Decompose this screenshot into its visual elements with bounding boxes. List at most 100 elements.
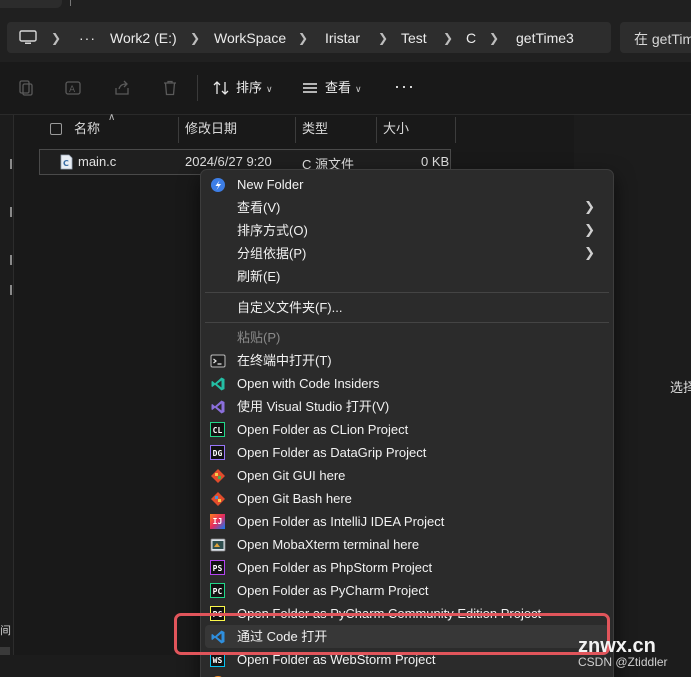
breadcrumb-workspace[interactable]: WorkSpace [214,29,286,47]
address-bar[interactable]: ❯ ··· Work2 (E:) ❯ WorkSpace ❯ Iristar ❯… [7,22,611,53]
command-bar: A 排序 ∨ 查看 ∨ ··· [0,62,691,115]
menu-label: Open Folder as PyCharm Project [237,583,429,598]
navigation-pane[interactable]: 间 [0,115,14,677]
menu-item-open-with-visual-studio[interactable]: 使用 Visual Studio 打开(V) [205,395,609,418]
pycharm-icon: PC [210,583,225,598]
menu-label: Open Folder as CLion Project [237,422,409,437]
git-gui-icon [211,469,225,483]
menu-label: 分组依据(P) [237,246,307,261]
column-modified[interactable]: 修改日期 [185,115,237,143]
menu-item-refresh[interactable]: 刷新(E) [205,265,609,288]
datagrip-icon: DG [210,445,225,460]
menu-item-new-folder[interactable]: New Folder [205,173,609,196]
phpstorm-icon: PS [210,560,225,575]
menu-label: 自定义文件夹(F)... [237,300,343,315]
menu-label: Open Folder as DataGrip Project [237,445,427,460]
menu-item-group-by[interactable]: 分组依据(P) ❯ [205,242,609,265]
menu-item-git-bash[interactable]: Open Git Bash here [205,487,609,510]
menu-label: 在终端中打开(T) [237,353,332,368]
menu-item-git-gui[interactable]: Open Git GUI here [205,464,609,487]
file-modified: 2024/6/27 9:20 [185,154,272,169]
menu-item-sort-by[interactable]: 排序方式(O) ❯ [205,219,609,242]
menu-item-customize-folder[interactable]: 自定义文件夹(F)... [205,296,609,319]
chevron-right-icon: ❯ [584,245,595,260]
menu-item-view[interactable]: 查看(V) ❯ [205,196,609,219]
nav-marker [10,159,12,169]
column-name[interactable]: 名称 [74,115,100,143]
menu-item-partial[interactable] [205,671,609,677]
this-pc-icon[interactable] [19,30,37,45]
annotation-highlight-box [174,613,610,655]
menu-label: Open Folder as IntelliJ IDEA Project [237,514,445,529]
column-divider[interactable] [295,117,296,143]
svg-text:A: A [69,85,76,95]
chevron-down-icon: ∨ [355,84,362,94]
menu-label: New Folder [237,177,304,192]
view-button[interactable]: 查看 ∨ [325,78,362,98]
menu-divider [205,322,609,323]
chevron-right-icon[interactable]: ❯ [298,29,308,47]
file-name[interactable]: main.c [78,154,116,169]
menu-item-paste: 粘贴(P) [205,326,609,349]
chevron-right-icon[interactable]: ❯ [378,29,388,47]
search-input[interactable]: 在 getTime3 [620,22,691,53]
visual-studio-icon [211,400,225,414]
menu-label: Open with Code Insiders [237,376,380,391]
menu-item-mobaxterm[interactable]: Open MobaXterm terminal here [205,533,609,556]
menu-item-open-in-terminal[interactable]: 在终端中打开(T) [205,349,609,372]
share-icon[interactable] [113,79,131,97]
menu-label: 粘贴(P) [237,330,281,345]
mobaxterm-icon [210,538,226,552]
svg-text:C: C [63,159,69,168]
chevron-right-icon[interactable]: ❯ [489,29,499,47]
chevron-right-icon: ❯ [584,199,595,214]
column-divider[interactable] [178,117,179,143]
breadcrumb-drive[interactable]: Work2 (E:) [110,29,177,47]
breadcrumb-test[interactable]: Test [401,29,427,47]
sort-icon[interactable] [212,79,230,97]
address-row: ❯ ··· Work2 (E:) ❯ WorkSpace ❯ Iristar ❯… [0,14,691,62]
file-size: 0 KB [421,154,450,169]
more-options-icon[interactable]: ··· [394,77,415,95]
menu-label: 刷新(E) [237,269,281,284]
tab-divider [70,0,71,6]
menu-label: 查看(V) [237,200,281,215]
column-divider[interactable] [455,117,456,143]
column-divider[interactable] [376,117,377,143]
details-hint: 选择 [670,380,691,395]
menu-item-pycharm[interactable]: PC Open Folder as PyCharm Project [205,579,609,602]
view-icon[interactable] [301,79,319,97]
column-size[interactable]: 大小 [383,115,409,143]
clion-icon: CL [210,422,225,437]
chevron-down-icon: ∨ [266,84,273,94]
delete-icon[interactable] [161,79,179,97]
view-label: 查看 [325,80,352,95]
breadcrumb-iristar[interactable]: Iristar [325,29,360,47]
window-tab[interactable] [0,0,62,8]
breadcrumb-overflow[interactable]: ··· [79,29,96,47]
breadcrumb-c[interactable]: C [466,29,476,47]
nav-item-fragment[interactable]: 间 [0,622,11,638]
menu-label: 排序方式(O) [237,223,308,238]
nav-marker [10,255,12,265]
menu-item-datagrip[interactable]: DG Open Folder as DataGrip Project [205,441,609,464]
file-list-header: 名称 修改日期 类型 大小 [14,115,574,143]
menu-label: Open MobaXterm terminal here [237,537,420,552]
copy-icon[interactable] [17,79,35,97]
c-file-icon: C [60,154,73,170]
sort-button[interactable]: 排序 ∨ [236,78,273,98]
column-type[interactable]: 类型 [302,115,328,143]
nav-marker [10,207,12,217]
chevron-right-icon[interactable]: ❯ [51,29,61,47]
menu-item-phpstorm[interactable]: PS Open Folder as PhpStorm Project [205,556,609,579]
window-tab-strip [0,0,691,14]
menu-item-open-with-code-insiders[interactable]: Open with Code Insiders [205,372,609,395]
rename-icon[interactable]: A [64,79,82,97]
menu-divider [205,292,609,293]
new-folder-icon [211,178,225,192]
menu-item-clion[interactable]: CL Open Folder as CLion Project [205,418,609,441]
breadcrumb-gettime3[interactable]: getTime3 [516,29,574,47]
menu-item-intellij[interactable]: IJ Open Folder as IntelliJ IDEA Project [205,510,609,533]
chevron-right-icon[interactable]: ❯ [443,29,453,47]
chevron-right-icon[interactable]: ❯ [190,29,200,47]
